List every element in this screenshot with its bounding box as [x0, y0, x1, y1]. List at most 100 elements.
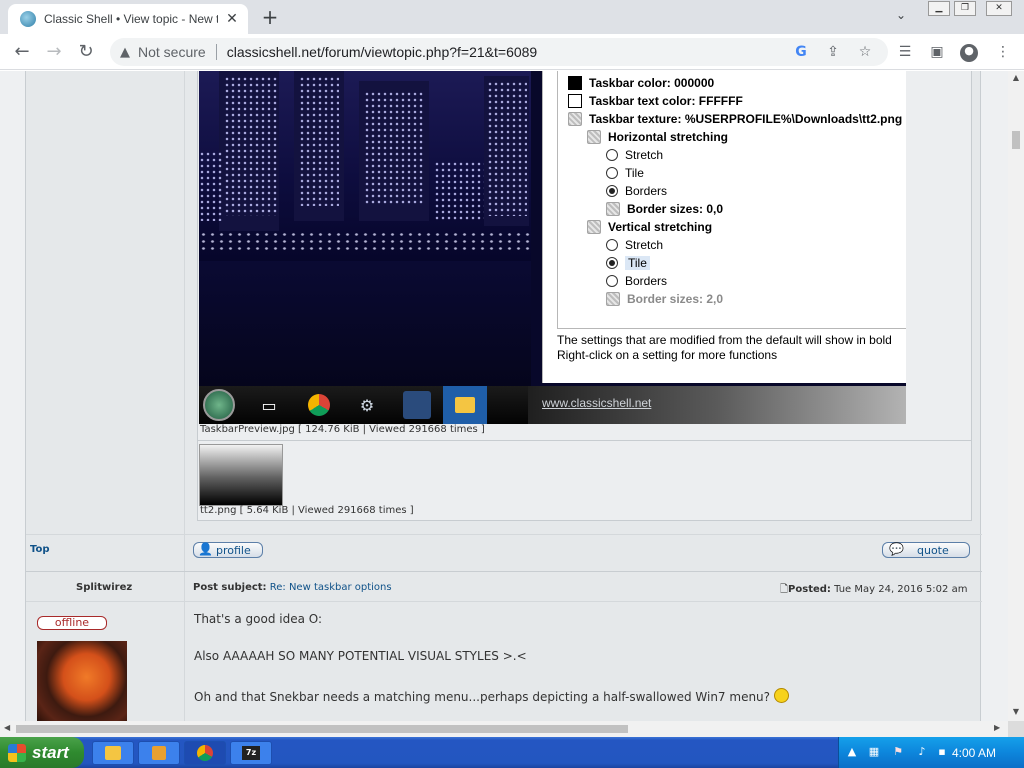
minimize-icon[interactable]: ▁: [928, 1, 950, 16]
scroll-up-arrow-icon[interactable]: ▲: [1008, 73, 1024, 82]
vertical-scroll-thumb[interactable]: [1012, 131, 1020, 149]
post-page-icon[interactable]: 🗋: [780, 584, 788, 595]
restore-icon[interactable]: ❐: [954, 1, 976, 16]
setting-horizontal-stretching[interactable]: Horizontal stretching: [587, 128, 728, 146]
media-player-taskbar-button[interactable]: [138, 741, 180, 765]
radio-button-checked-icon: [606, 257, 618, 269]
top-link[interactable]: Top: [30, 544, 50, 555]
tab-search-chevron-icon[interactable]: ⌄: [896, 8, 906, 22]
7zip-icon: 7z: [242, 746, 260, 760]
explorer-taskbar-button[interactable]: [92, 741, 134, 765]
tray-app-icon[interactable]: ▪: [935, 745, 949, 759]
google-icon[interactable]: G: [792, 44, 810, 60]
setting-taskbar-color[interactable]: Taskbar color: 000000: [568, 74, 714, 92]
file-explorer-icon: [443, 386, 487, 424]
not-secure-label[interactable]: Not secure: [138, 44, 206, 60]
menu-kebab-icon[interactable]: ⋮: [994, 44, 1012, 62]
chrome-taskbar-button[interactable]: [184, 741, 226, 765]
city-skyline-photo: [199, 71, 531, 261]
radio-h-borders[interactable]: Borders: [606, 182, 667, 200]
volume-icon[interactable]: ♪: [915, 745, 929, 759]
app-icon: [403, 391, 431, 419]
back-arrow-icon[interactable]: ←: [10, 40, 34, 64]
share-icon[interactable]: ⇪: [824, 44, 842, 60]
address-bar[interactable]: ▲ Not secure classicshell.net/forum/view…: [110, 38, 888, 66]
close-window-icon[interactable]: ✕: [986, 1, 1012, 16]
network-icon[interactable]: ▦: [867, 745, 881, 759]
radio-button-icon: [606, 167, 618, 179]
tray-expand-icon[interactable]: ▲: [845, 745, 859, 759]
radio-button-icon: [606, 275, 618, 287]
setting-taskbar-texture[interactable]: Taskbar texture: %USERPROFILE%\Downloads…: [568, 110, 902, 128]
post-date: 🗋Posted: Tue May 24, 2016 5:02 am: [780, 584, 968, 595]
start-label: start: [32, 742, 69, 762]
setting-v-border-sizes[interactable]: Border sizes: 2,0: [606, 290, 723, 308]
reading-list-icon[interactable]: ☰: [896, 44, 914, 62]
setting-vertical-stretching[interactable]: Vertical stretching: [587, 218, 712, 236]
forward-arrow-icon[interactable]: →: [42, 40, 66, 64]
browser-toolbar: ← → ↻ ▲ Not secure classicshell.net/foru…: [0, 34, 1024, 70]
radio-v-tile[interactable]: Tile: [606, 254, 650, 272]
security-alert-icon[interactable]: ⚑: [891, 745, 905, 759]
classic-shell-settings-panel: Taskbar color: 000000 Taskbar text color…: [542, 71, 906, 383]
radio-button-checked-icon: [606, 185, 618, 197]
post-line-3: Oh and that Snekbar needs a matching men…: [194, 688, 789, 704]
post-line-2: Also AAAAAH SO MANY POTENTIAL VISUAL STY…: [194, 649, 527, 663]
black-color-swatch: [568, 76, 582, 90]
system-tray: ▲ ▦ ⚑ ♪ ▪: [838, 737, 1024, 768]
preview-taskbar: ▭ ⚙ www.classicshell.net: [199, 386, 906, 424]
setting-taskbar-text-color[interactable]: Taskbar text color: FFFFFF: [568, 92, 743, 110]
taskbar-preview-image[interactable]: Taskbar color: 000000 Taskbar text color…: [199, 71, 906, 424]
taskbar-url-link[interactable]: www.classicshell.net: [542, 396, 651, 410]
scroll-corner: [1008, 721, 1024, 737]
horizontal-scrollbar[interactable]: ◀ ▶: [0, 721, 1008, 737]
chrome-icon: [305, 391, 333, 419]
side-panel-icon[interactable]: ▣: [928, 44, 946, 62]
scroll-down-arrow-icon[interactable]: ▼: [1008, 707, 1024, 716]
avatar: [37, 641, 127, 721]
setting-h-border-sizes[interactable]: Border sizes: 0,0: [606, 200, 723, 218]
new-tab-button[interactable]: +: [258, 6, 282, 30]
quote-button[interactable]: 💬 quote: [882, 542, 970, 558]
windows-flag-icon: [8, 743, 26, 762]
quote-bubble-icon: 💬: [889, 542, 904, 556]
vertical-scrollbar[interactable]: ▲ ▼: [1008, 71, 1024, 721]
post-header: Splitwirez Post subject: Re: New taskbar…: [26, 571, 982, 602]
radio-v-borders[interactable]: Borders: [606, 272, 667, 290]
scroll-right-arrow-icon[interactable]: ▶: [994, 723, 1000, 732]
classic-shell-start-orb-icon: [203, 389, 235, 421]
profile-avatar-icon[interactable]: ●: [960, 44, 978, 62]
horizontal-scroll-thumb[interactable]: [16, 725, 628, 733]
7zip-taskbar-button[interactable]: 7z: [230, 741, 272, 765]
post-line-1: That's a good idea O:: [194, 612, 323, 626]
footer-divider: [26, 534, 982, 535]
scroll-left-arrow-icon[interactable]: ◀: [4, 723, 10, 732]
close-tab-icon[interactable]: ✕: [224, 11, 240, 27]
profile-button[interactable]: 👤 profile: [193, 542, 263, 558]
task-view-icon: ▭: [261, 395, 277, 415]
attachment-divider: [197, 440, 972, 441]
bookmark-star-icon[interactable]: ☆: [856, 44, 874, 60]
url-text[interactable]: classicshell.net/forum/viewtopic.php?f=2…: [227, 44, 538, 60]
warning-triangle-icon: ▲: [120, 44, 130, 60]
preview-caption: TaskbarPreview.jpg [ 124.76 KiB | Viewed…: [200, 424, 485, 435]
tab-title: Classic Shell • View topic - New t: [44, 12, 218, 26]
start-button[interactable]: start: [0, 737, 84, 768]
radio-h-tile[interactable]: Tile: [606, 164, 644, 182]
forum-post-table: Taskbar color: 000000 Taskbar text color…: [25, 71, 982, 721]
post-author[interactable]: Splitwirez: [76, 582, 132, 593]
steam-icon: ⚙: [359, 395, 375, 415]
reload-icon[interactable]: ↻: [74, 40, 98, 64]
tt2-texture-thumbnail[interactable]: [199, 444, 283, 506]
settings-tree: Taskbar color: 000000 Taskbar text color…: [557, 71, 906, 329]
omnibox-divider: [215, 44, 217, 60]
os-taskbar: start 7z ▲ ▦ ⚑ ♪ ▪ 4:00 AM: [0, 737, 1024, 768]
radio-button-icon: [606, 149, 618, 161]
radio-h-stretch[interactable]: Stretch: [606, 146, 663, 164]
clock[interactable]: 4:00 AM: [952, 746, 996, 760]
browser-tab[interactable]: Classic Shell • View topic - New t ✕: [8, 4, 248, 34]
user-icon: 👤: [198, 542, 213, 556]
folder-icon: [105, 746, 121, 760]
chrome-icon: [197, 745, 213, 761]
radio-v-stretch[interactable]: Stretch: [606, 236, 663, 254]
